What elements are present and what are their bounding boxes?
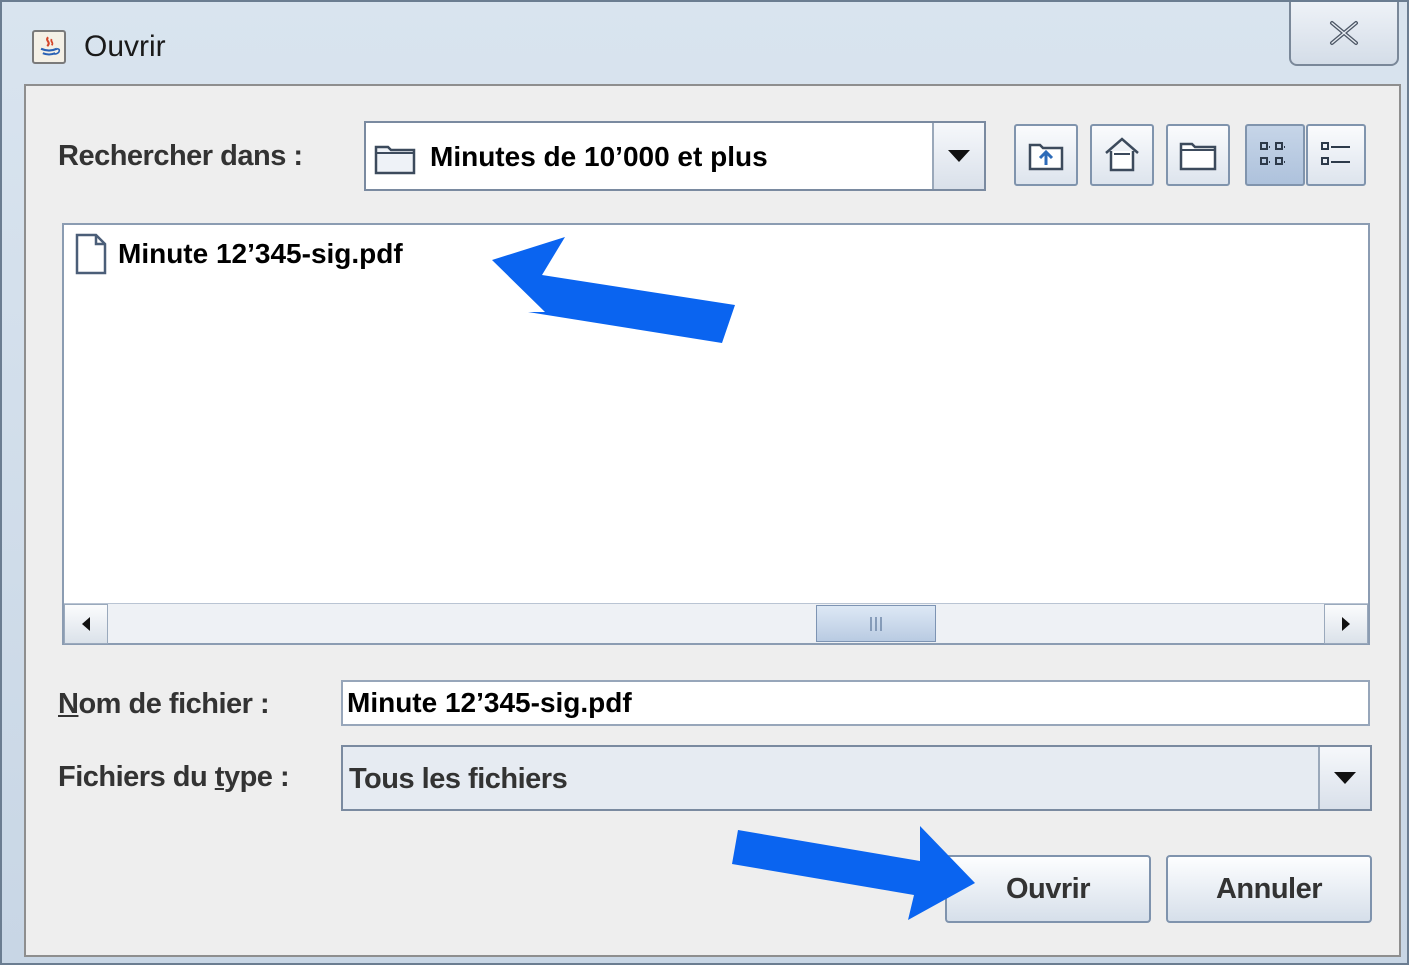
chevron-down-icon — [948, 150, 970, 162]
chevron-down-icon — [1334, 772, 1356, 784]
file-type-value: Tous les fichiers — [349, 763, 568, 795]
look-in-dropdown-button[interactable] — [932, 123, 984, 189]
up-one-level-button[interactable] — [1014, 124, 1078, 186]
list-item[interactable]: Minute 12’345-sig.pdf — [74, 233, 403, 275]
file-type-dropdown-button[interactable] — [1318, 747, 1370, 809]
scroll-left-button[interactable] — [64, 604, 108, 644]
list-view-icon — [1260, 142, 1286, 165]
new-folder-icon — [1179, 142, 1217, 171]
file-type-combo[interactable]: Tous les fichiers — [341, 745, 1372, 811]
file-name: Minute 12’345-sig.pdf — [118, 238, 403, 269]
scroll-right-button[interactable] — [1324, 604, 1368, 644]
home-icon — [1105, 137, 1139, 172]
home-button[interactable] — [1090, 124, 1154, 186]
file-type-label-mnemonic: t — [214, 761, 225, 793]
arrow-left-icon — [82, 617, 90, 631]
details-view-button[interactable] — [1306, 124, 1366, 186]
look-in-value: Minutes de 10’000 et plus — [430, 141, 768, 172]
file-chooser-window: Ouvrir Rechercher dans : Minutes de 10’0… — [0, 0, 1409, 965]
arrow-right-icon — [1342, 617, 1350, 631]
list-view-button[interactable] — [1245, 124, 1305, 186]
file-list[interactable]: Minute 12’345-sig.pdf — [62, 223, 1370, 645]
title-bar[interactable]: Ouvrir — [2, 2, 1407, 84]
file-name-input-value: Minute 12’345-sig.pdf — [347, 687, 632, 718]
horizontal-scrollbar[interactable] — [64, 603, 1368, 644]
close-button[interactable] — [1289, 2, 1399, 66]
grip-icon — [870, 616, 882, 631]
new-folder-button[interactable] — [1166, 124, 1230, 186]
file-name-label-mnemonic: N — [58, 688, 79, 720]
dialog-content: Rechercher dans : Minutes de 10’000 et p… — [24, 84, 1401, 957]
window-title: Ouvrir — [84, 30, 166, 63]
cancel-button[interactable]: Annuler — [1166, 855, 1372, 923]
look-in-combo[interactable]: Minutes de 10’000 et plus — [364, 121, 986, 191]
file-name-label: Nom de fichier : — [58, 688, 270, 721]
file-type-label-pre: Fichiers du — [58, 761, 215, 793]
close-icon — [1330, 21, 1358, 45]
java-app-icon — [32, 30, 66, 64]
scrollbar-thumb[interactable] — [816, 605, 936, 642]
file-type-label: Fichiers du type : — [58, 761, 290, 794]
folder-icon — [374, 145, 416, 175]
open-button[interactable]: Ouvrir — [945, 855, 1151, 923]
look-in-label: Rechercher dans : — [58, 140, 303, 172]
file-name-input[interactable]: Minute 12’345-sig.pdf — [341, 680, 1370, 726]
file-icon — [75, 233, 107, 275]
file-name-label-rest: om de fichier : — [78, 688, 270, 720]
details-view-icon — [1321, 142, 1350, 165]
file-type-label-post: ype : — [223, 761, 290, 793]
up-one-level-icon — [1028, 143, 1064, 171]
